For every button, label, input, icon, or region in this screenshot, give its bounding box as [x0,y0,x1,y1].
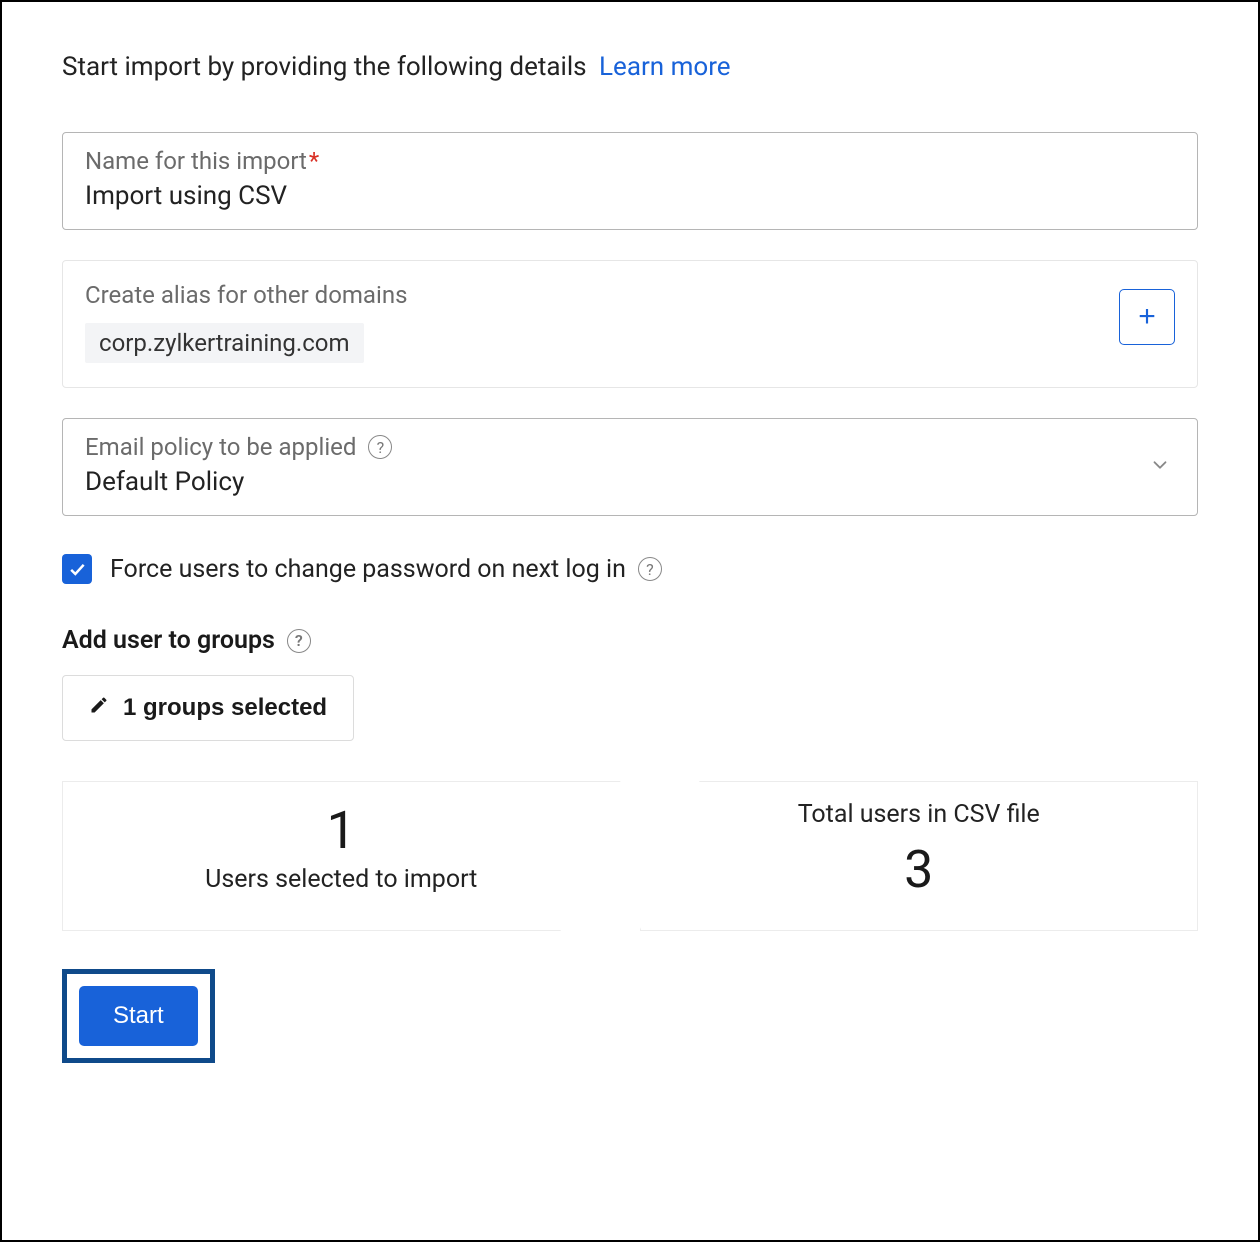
email-policy-label: Email policy to be applied ? [85,433,1175,461]
pencil-icon [89,694,109,722]
email-policy-label-text: Email policy to be applied [85,433,356,461]
users-selected-card: 1 Users selected to import [62,781,621,931]
stats-row: 1 Users selected to import Total users i… [62,781,1198,931]
help-icon[interactable]: ? [638,557,662,581]
chevron-down-icon [1149,454,1171,480]
import-name-field[interactable]: Name for this import* [62,132,1198,230]
email-policy-value: Default Policy [85,467,1175,497]
users-selected-label: Users selected to import [83,865,600,894]
help-icon[interactable]: ? [287,629,311,653]
force-password-label: Force users to change password on next l… [110,555,662,584]
alias-domain-chip[interactable]: corp.zylkertraining.com [85,323,364,363]
total-users-card: Total users in CSV file 3 [640,781,1199,931]
total-users-count: 3 [661,839,1178,900]
users-selected-count: 1 [83,800,600,861]
import-panel: Start import by providing the following … [0,0,1260,1242]
force-password-label-text: Force users to change password on next l… [110,555,626,584]
groups-selected-button[interactable]: 1 groups selected [62,675,354,741]
add-alias-button[interactable]: + [1119,289,1175,345]
import-name-label-text: Name for this import [85,147,307,175]
total-users-label: Total users in CSV file [661,800,1178,829]
add-to-groups-label: Add user to groups ? [62,626,1198,655]
alias-section: Create alias for other domains corp.zylk… [62,260,1198,388]
alias-label: Create alias for other domains [85,281,1119,309]
groups-selected-label: 1 groups selected [123,694,327,722]
plus-icon: + [1138,302,1156,332]
start-button[interactable]: Start [79,986,198,1046]
intro-description: Start import by providing the following … [62,52,587,82]
help-icon[interactable]: ? [368,435,392,459]
import-name-input[interactable] [85,181,1175,211]
force-password-checkbox[interactable] [62,554,92,584]
start-button-highlight: Start [62,969,215,1063]
add-to-groups-text: Add user to groups [62,626,275,655]
learn-more-link[interactable]: Learn more [599,52,731,82]
force-password-row: Force users to change password on next l… [62,554,1198,584]
email-policy-select[interactable]: Email policy to be applied ? Default Pol… [62,418,1198,516]
import-name-label: Name for this import* [85,147,1175,175]
intro-text: Start import by providing the following … [62,52,1198,82]
required-asterisk: * [309,147,319,175]
